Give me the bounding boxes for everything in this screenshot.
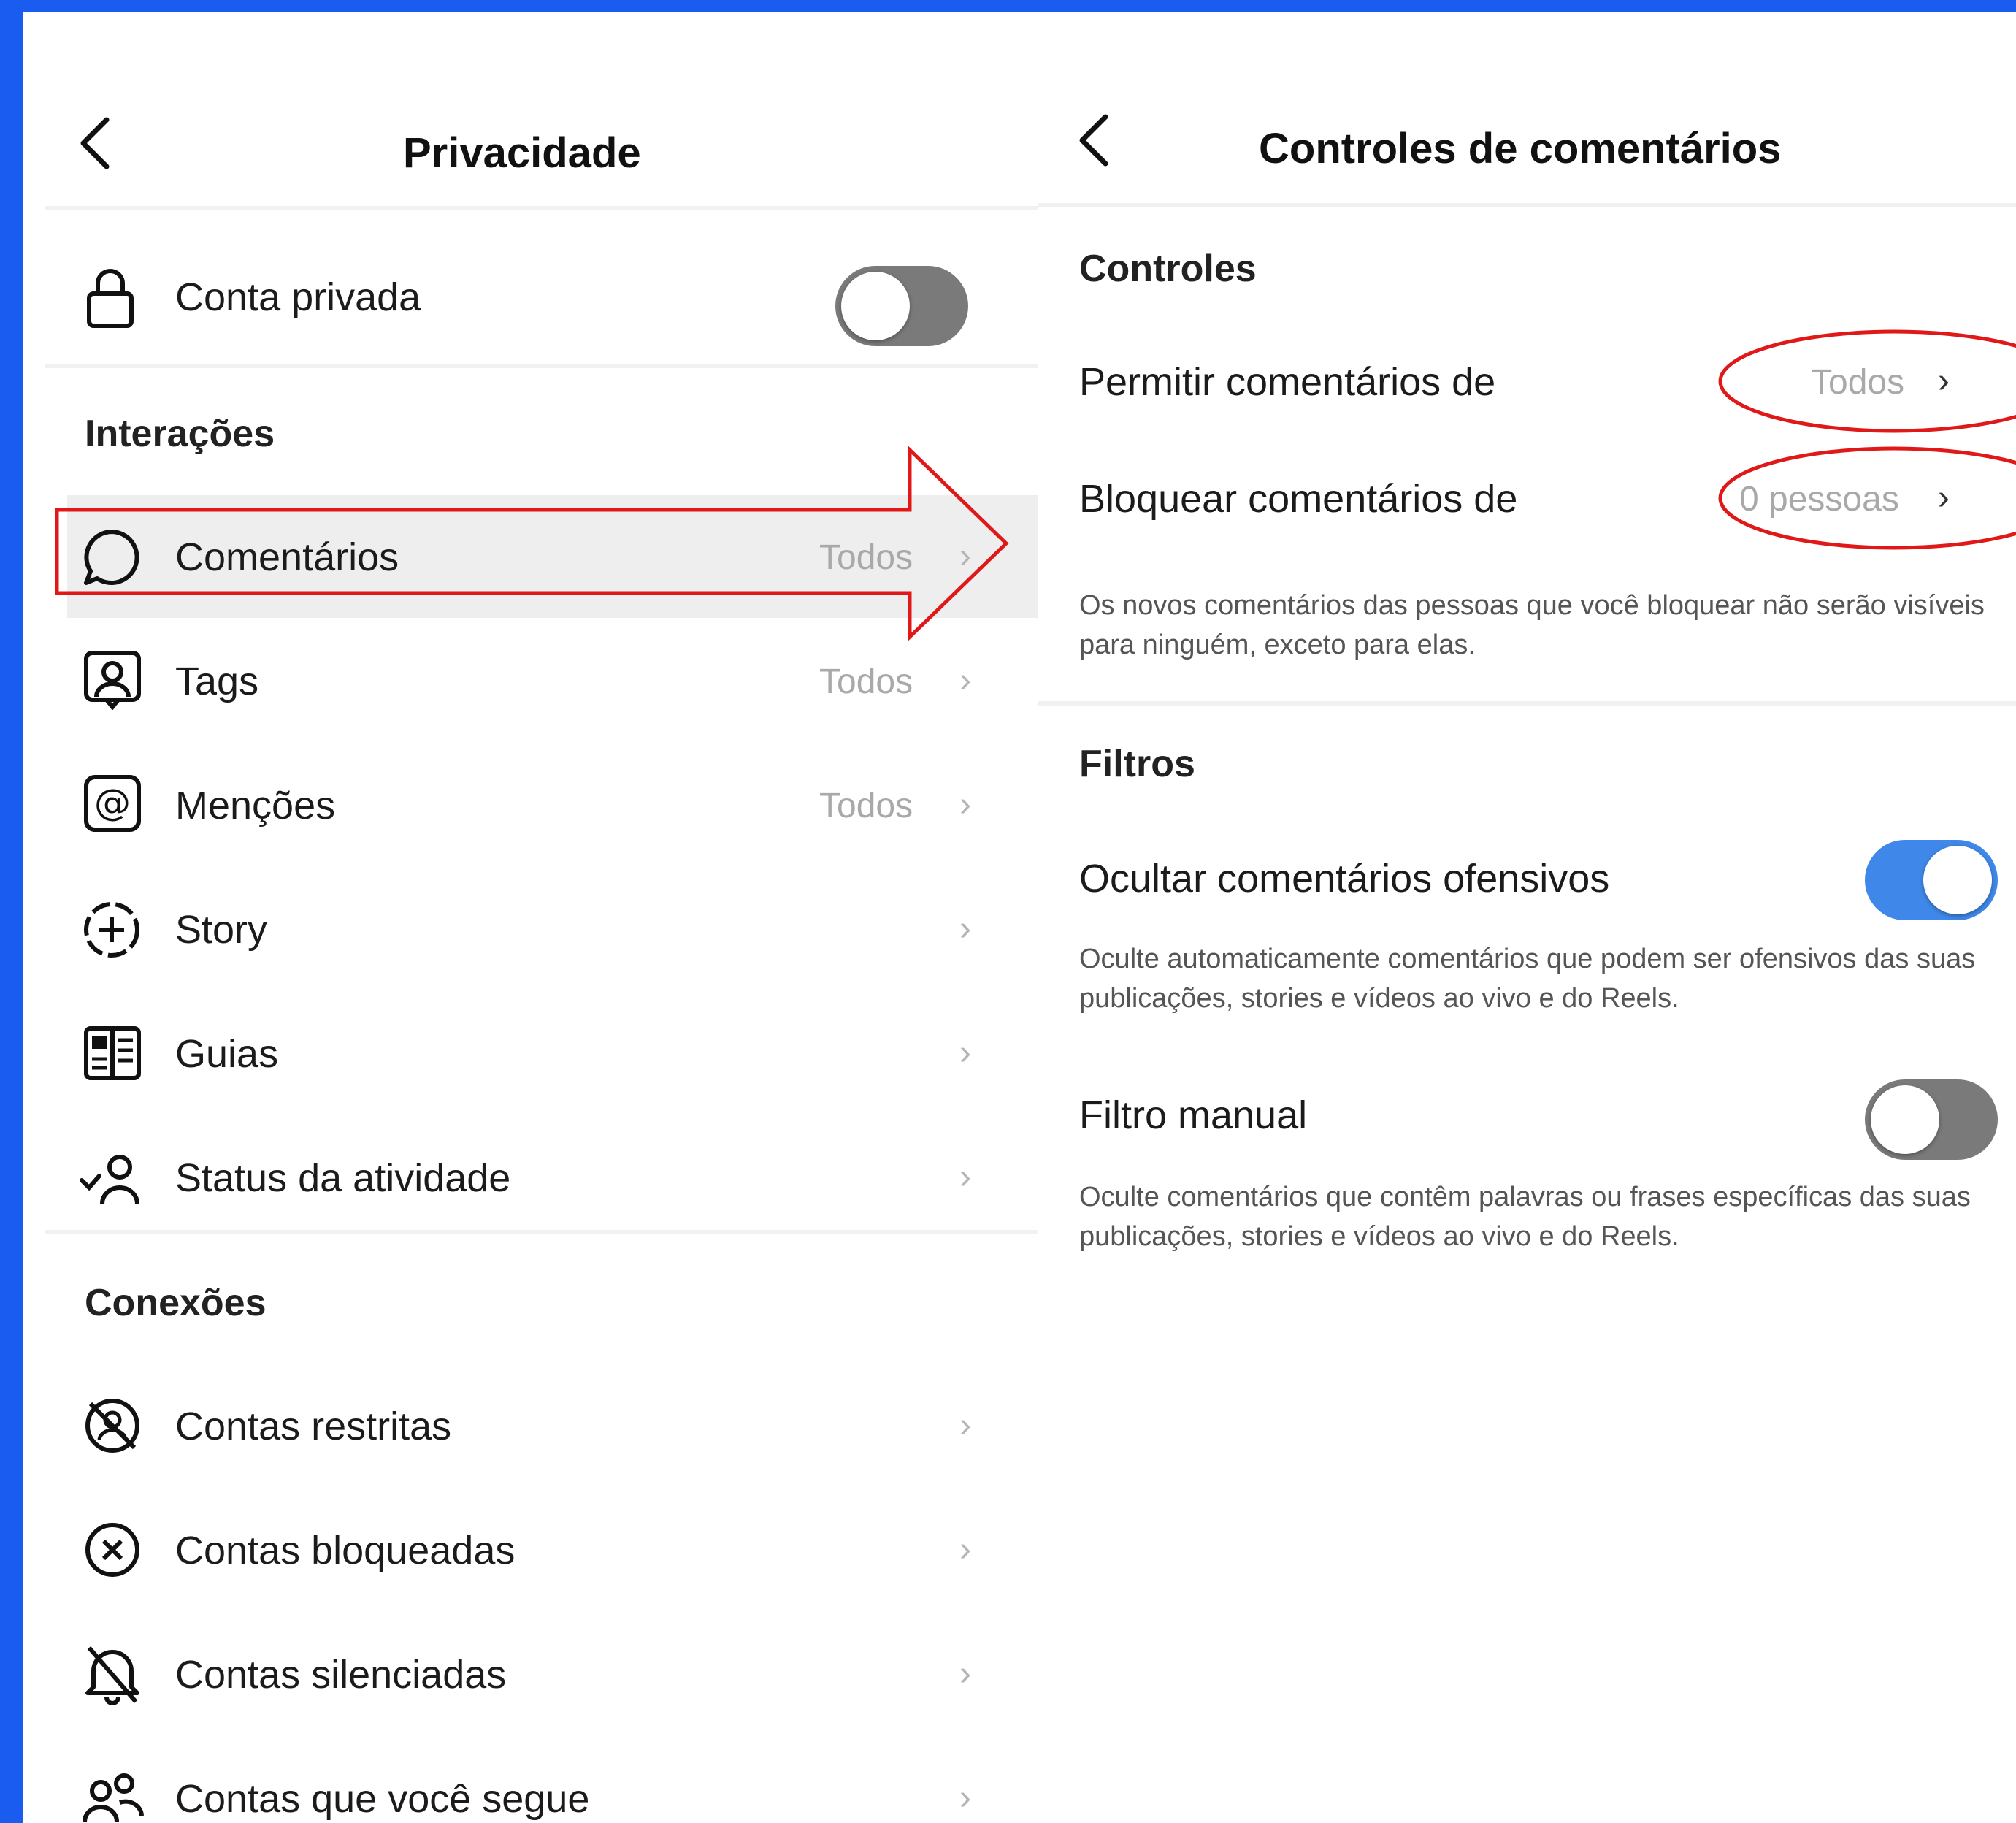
red-arrow-annotation xyxy=(55,446,1009,641)
chevron-right-icon: › xyxy=(959,1033,971,1072)
item-label: Menções xyxy=(175,784,336,828)
item-label: Story xyxy=(175,908,268,952)
manual-filter-label: Filtro manual xyxy=(1079,1093,1308,1137)
muted-bell-icon xyxy=(82,1642,143,1705)
toggle-knob xyxy=(1871,1085,1939,1154)
item-label: Status da atividade xyxy=(175,1156,511,1200)
sidebar-item-guias[interactable]: Guias › xyxy=(23,992,1038,1115)
sidebar-item-status-da-atividade[interactable]: Status da atividade › xyxy=(23,1116,1038,1239)
story-add-icon xyxy=(80,898,143,961)
item-value: Todos xyxy=(819,787,913,825)
hide-offensive-toggle[interactable] xyxy=(1865,840,1998,920)
item-label: Contas bloqueadas xyxy=(175,1529,516,1572)
activity-status-icon xyxy=(77,1148,146,1209)
filters-section-title: Filtros xyxy=(1079,743,1195,785)
item-label: Guias xyxy=(175,1032,279,1076)
svg-text:@: @ xyxy=(94,781,131,824)
divider xyxy=(1038,701,2016,706)
manual-filter-toggle[interactable] xyxy=(1865,1079,1998,1160)
allow-comments-label: Permitir comentários de xyxy=(1079,360,1496,404)
connections-section-title: Conexões xyxy=(85,1282,267,1324)
sidebar-item-story[interactable]: Story › xyxy=(23,868,1038,990)
header-divider xyxy=(1038,203,2016,207)
blocked-icon xyxy=(82,1519,143,1581)
guides-icon xyxy=(82,1023,143,1084)
chevron-right-icon: › xyxy=(959,785,971,824)
following-icon xyxy=(79,1769,146,1823)
sidebar-item-mencoes[interactable]: @ Menções Todos › xyxy=(23,744,1038,866)
screenshot-frame: Privacidade Conta privada Interações Com… xyxy=(23,12,2016,1823)
block-comments-label: Bloquear comentários de xyxy=(1079,477,1518,521)
block-comments-description: Os novos comentários das pessoas que voc… xyxy=(1079,590,1985,660)
restricted-icon xyxy=(82,1395,143,1456)
sidebar-item-contas-bloqueadas[interactable]: Contas bloqueadas › xyxy=(23,1488,1038,1611)
page-title: Controles de comentários xyxy=(1259,125,1782,172)
sidebar-item-contas-restritas[interactable]: Contas restritas › xyxy=(23,1364,1038,1487)
item-label: Contas silenciadas xyxy=(175,1653,507,1697)
divider xyxy=(45,1230,1038,1234)
item-label: Contas restritas xyxy=(175,1404,452,1448)
manual-filter-description: Oculte comentários que contêm palavras o… xyxy=(1079,1182,1971,1252)
red-circle-annotations xyxy=(1718,329,2016,550)
item-label: Contas que você segue xyxy=(175,1777,590,1821)
toggle-knob xyxy=(1923,846,1992,914)
chevron-right-icon: › xyxy=(959,1158,971,1196)
chevron-right-icon: › xyxy=(959,909,971,948)
chevron-right-icon: › xyxy=(959,1778,971,1817)
mention-icon: @ xyxy=(82,773,143,834)
controls-section-title: Controles xyxy=(1079,248,1257,290)
chevron-right-icon: › xyxy=(959,1530,971,1569)
sidebar-item-contas-que-voce-segue[interactable]: Contas que você segue › xyxy=(23,1737,1038,1823)
hide-offensive-description: Oculte automaticamente comentários que p… xyxy=(1079,944,1976,1014)
chevron-right-icon: › xyxy=(959,1654,971,1693)
sidebar-item-contas-silenciadas[interactable]: Contas silenciadas › xyxy=(23,1613,1038,1735)
chevron-right-icon: › xyxy=(959,1406,971,1445)
back-chevron-icon[interactable] xyxy=(1073,111,1117,169)
hide-offensive-label: Ocultar comentários ofensivos xyxy=(1079,857,1610,901)
